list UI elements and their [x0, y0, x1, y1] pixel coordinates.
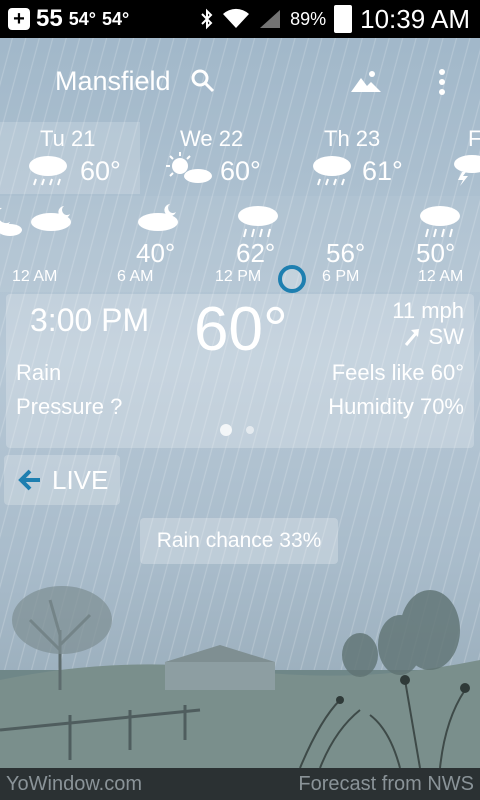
landscape-scene — [0, 586, 480, 768]
day-label: F — [468, 126, 480, 151]
page-dot — [246, 426, 254, 434]
moon-cloud-icon — [0, 206, 71, 236]
day-temp: 60° — [80, 156, 121, 186]
feels-like-label: Feels like 60° — [331, 360, 464, 385]
overflow-menu-icon[interactable] — [436, 68, 448, 96]
hour-time: 6 PM — [322, 268, 360, 285]
day-temp: 61° — [362, 156, 403, 186]
battery-percent: 89% — [290, 8, 327, 29]
back-arrow-icon — [18, 469, 40, 491]
rain-chance-label: Rain chance 33% — [156, 529, 322, 552]
battery-icon — [334, 5, 353, 33]
hour-time: 6 AM — [117, 268, 154, 285]
status-bar: + 55 54° 54° 89% 10:39 AM — [0, 0, 480, 38]
hour-time: 12 AM — [418, 268, 464, 285]
live-button[interactable]: LIVE — [4, 455, 120, 505]
day-label: Th 23 — [324, 126, 381, 151]
current-time: 3:00 PM — [30, 302, 150, 338]
storm-cloud-icon — [454, 155, 480, 186]
day-fri[interactable]: F — [440, 122, 480, 194]
day-th23[interactable]: Th 23 61° — [282, 122, 422, 194]
humidity-label: Humidity 70% — [328, 394, 464, 419]
rain-cloud-icon — [29, 156, 67, 186]
wifi-icon — [223, 8, 250, 28]
day-label: Tu 21 — [40, 126, 96, 151]
hour-time: 12 PM — [215, 268, 262, 285]
page-indicator — [220, 424, 254, 436]
pressure-label: Pressure ? — [16, 394, 123, 419]
city-name[interactable]: Mansfield — [55, 66, 171, 97]
footer-bar: YoWindow.com Forecast from NWS — [0, 768, 480, 800]
status-temp-large: 55 — [36, 5, 63, 32]
rain-cloud-icon — [313, 156, 351, 186]
landscape-icon[interactable] — [350, 68, 382, 94]
time-scrubber-handle[interactable] — [278, 265, 306, 293]
daily-forecast: Tu 21 60° We 22 60° Th 23 61° F — [0, 122, 480, 194]
location-header: Mansfield — [0, 38, 480, 122]
hour-temp: 56° — [326, 238, 366, 268]
hourly-forecast[interactable]: 40° 62° 56° 50° 12 AM 6 AM 12 PM 6 PM 12… — [0, 196, 480, 292]
hour-temp: 40° — [136, 238, 176, 268]
wind-speed: 11 mph — [392, 298, 464, 323]
day-we22[interactable]: We 22 60° — [140, 122, 280, 194]
rain-cloud-icon — [420, 206, 460, 238]
moon-cloud-icon — [138, 204, 178, 231]
hour-temp: 62° — [236, 238, 276, 268]
search-icon[interactable] — [190, 68, 216, 94]
page-dot-active — [220, 424, 232, 436]
hour-temp: 50° — [416, 238, 456, 268]
footer-source[interactable]: Forecast from NWS — [298, 773, 474, 796]
plus-notification-icon: + — [8, 8, 30, 30]
hour-time: 12 AM — [12, 268, 58, 285]
bluetooth-icon — [201, 8, 213, 30]
day-label: We 22 — [180, 126, 244, 151]
sun-cloud-icon — [166, 152, 212, 183]
live-label: LIVE — [52, 464, 109, 495]
clock: 10:39 AM — [360, 3, 470, 34]
wind-direction: SW — [403, 324, 464, 350]
day-tu21[interactable]: Tu 21 60° — [0, 122, 140, 194]
current-temp: 60° — [194, 295, 288, 364]
signal-icon — [260, 10, 281, 28]
rain-cloud-icon — [238, 206, 278, 238]
current-conditions-card[interactable]: 3:00 PM 60° 11 mph SW Rain Pressure ? Fe… — [6, 294, 474, 448]
rain-chance-badge: Rain chance 33% — [140, 518, 338, 564]
wind-direction-label: SW — [428, 324, 464, 349]
condition-label: Rain — [16, 360, 62, 385]
wind-arrow-icon — [404, 329, 419, 346]
day-temp: 60° — [220, 156, 261, 186]
status-temp-2: 54° — [101, 8, 130, 29]
status-temp-1: 54° — [68, 8, 96, 29]
footer-brand[interactable]: YoWindow.com — [6, 773, 142, 796]
